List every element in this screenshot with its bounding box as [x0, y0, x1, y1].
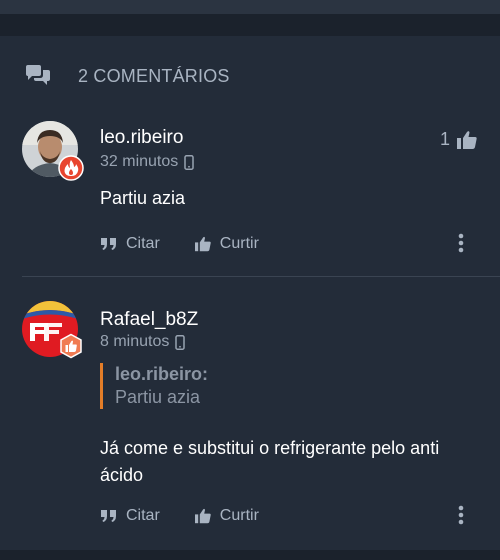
comments-icon [26, 65, 50, 85]
like-button[interactable]: Curtir [194, 507, 259, 525]
quote-button[interactable]: Citar [100, 235, 160, 253]
comment-username[interactable]: leo.ribeiro [100, 127, 183, 149]
like-label: Curtir [219, 235, 259, 252]
top-shade [0, 14, 500, 36]
top-bar [0, 0, 500, 14]
quoted-text: Partiu azia [115, 387, 201, 407]
quoted-username: leo.ribeiro: [115, 364, 209, 384]
like-count[interactable]: 1 [440, 129, 478, 150]
mobile-device-icon [175, 334, 186, 350]
mobile-device-icon [184, 154, 195, 170]
comments-count-title: 2 COMENTÁRIOS [78, 65, 230, 86]
comment-time: 32 minutos [100, 153, 195, 171]
quote-button[interactable]: Citar [100, 507, 160, 525]
comment-timestamp: 8 minutos [100, 333, 170, 350]
like-count-value: 1 [439, 129, 450, 149]
quote-label: Citar [126, 507, 160, 524]
comment-text: Partiu azia [100, 188, 186, 208]
comment-text: Já come e substitui o refrigerante pelo … [100, 438, 440, 485]
quote-icon [101, 510, 116, 522]
comment-item: leo.ribeiro 32 minutos 1 Partiu azia Cit… [22, 121, 478, 271]
quote-icon [101, 238, 116, 250]
comment-timestamp: 32 minutos [100, 153, 179, 170]
thumbs-up-icon [194, 236, 211, 252]
like-label: Curtir [219, 507, 259, 524]
thumbs-up-icon [194, 508, 211, 524]
comment-actions: Citar Curtir [100, 505, 478, 527]
comment-actions: Citar Curtir [100, 233, 478, 255]
thumbs-up-badge-icon [60, 333, 82, 359]
quoted-comment[interactable]: leo.ribeiro: Partiu azia [100, 363, 208, 409]
comment-item: Rafael_b8Z 8 minutos leo.ribeiro: Partiu… [22, 301, 478, 531]
bottom-bar [0, 550, 500, 560]
thumbs-up-icon [457, 130, 477, 149]
comment-divider [22, 276, 500, 277]
like-button[interactable]: Curtir [194, 235, 259, 253]
comment-time: 8 minutos [100, 333, 186, 351]
fire-badge-icon [58, 155, 84, 181]
more-options-icon[interactable] [458, 233, 464, 253]
more-options-icon[interactable] [458, 505, 464, 525]
comment-username[interactable]: Rafael_b8Z [100, 309, 198, 331]
comments-header: 2 COMENTÁRIOS [24, 64, 230, 88]
quote-label: Citar [126, 235, 160, 252]
